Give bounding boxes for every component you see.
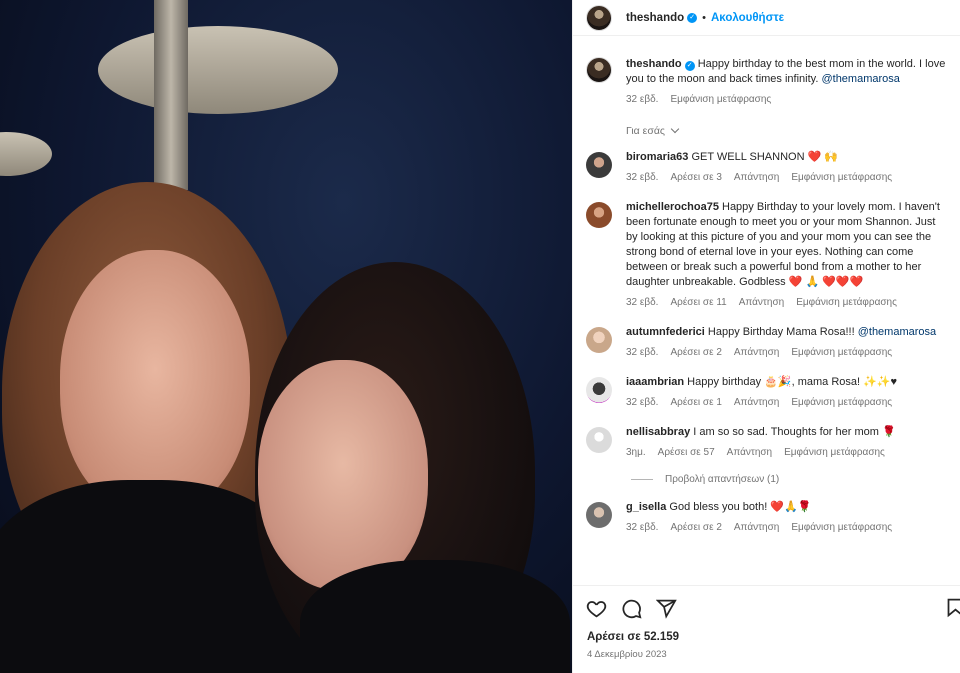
reply-button[interactable]: Απάντηση bbox=[734, 520, 779, 535]
see-translation-link[interactable]: Εμφάνιση μετάφρασης bbox=[791, 345, 892, 360]
reply-button[interactable]: Απάντηση bbox=[734, 170, 779, 185]
author-username[interactable]: theshando bbox=[626, 12, 684, 24]
comment-likes[interactable]: Αρέσει σε 11 bbox=[670, 295, 726, 310]
comment-mention[interactable]: @themamarosa bbox=[858, 326, 936, 338]
comment-avatar[interactable] bbox=[586, 152, 612, 178]
comment-age[interactable]: 32 εβδ. bbox=[626, 170, 658, 185]
view-replies-label: Προβολή απαντήσεων (1) bbox=[665, 474, 780, 485]
comment-likes[interactable]: Αρέσει σε 1 bbox=[670, 395, 721, 410]
see-translation-link[interactable]: Εμφάνιση μετάφρασης bbox=[784, 445, 885, 460]
comment-text: Happy Birthday to your lovely mom. I hav… bbox=[626, 201, 940, 288]
patio-heater-shade bbox=[98, 26, 338, 114]
author-avatar[interactable] bbox=[586, 57, 612, 83]
comment-emoji: ❤️🙏🌹 bbox=[770, 501, 812, 513]
reply-button[interactable]: Απάντηση bbox=[739, 295, 784, 310]
comment-item: iaaambrian Happy birthday 🎂🎉, mama Rosa!… bbox=[573, 375, 960, 410]
comment-username[interactable]: iaaambrian bbox=[626, 376, 684, 388]
comment-text: Happy birthday bbox=[687, 376, 762, 388]
post-date: 4 Δεκεμβρίου 2023 bbox=[587, 649, 667, 660]
chevron-down-icon bbox=[670, 124, 680, 134]
caption-age[interactable]: 32 εβδ. bbox=[626, 92, 658, 107]
comment-age[interactable]: 32 εβδ. bbox=[626, 295, 658, 310]
caption-username[interactable]: theshando bbox=[626, 58, 682, 70]
comment-item: biromaria63 GET WELL SHANNON ❤️ 🙌 32 εβδ… bbox=[573, 150, 960, 185]
see-translation-link[interactable]: Εμφάνιση μετάφρασης bbox=[791, 520, 892, 535]
for-you-label: Για εσάς bbox=[626, 125, 665, 137]
comment-emoji: ❤️ 🙏 ❤️❤️❤️ bbox=[788, 276, 864, 288]
comment-username[interactable]: michellerochoa75 bbox=[626, 201, 719, 213]
verified-icon: ✓ bbox=[684, 61, 695, 71]
person-left-face bbox=[60, 250, 250, 515]
post-photo[interactable] bbox=[0, 0, 572, 673]
comment-avatar[interactable] bbox=[586, 502, 612, 528]
post-actions: Αρέσει σε 52.159 4 Δεκεμβρίου 2023 bbox=[573, 585, 960, 660]
patio-heater-pole bbox=[154, 0, 188, 190]
replies-divider bbox=[631, 479, 653, 480]
comment-likes[interactable]: Αρέσει σε 2 bbox=[670, 345, 721, 360]
caption-mention[interactable]: @themamarosa bbox=[821, 73, 899, 85]
for-you-filter[interactable]: Για εσάς bbox=[573, 107, 960, 137]
comment-text: God bless you both! bbox=[669, 501, 768, 513]
post-side-panel: theshando ✓ • Ακολουθήστε theshando ✓ Hap… bbox=[572, 0, 960, 673]
comment-avatar[interactable] bbox=[586, 427, 612, 453]
comment-text: Happy Birthday Mama Rosa!!! bbox=[707, 326, 855, 338]
comments-scroll[interactable]: theshando ✓ Happy birthday to the best mo… bbox=[573, 37, 960, 585]
reply-button[interactable]: Απάντηση bbox=[734, 395, 779, 410]
share-icon[interactable] bbox=[656, 598, 677, 619]
comment-likes[interactable]: Αρέσει σε 2 bbox=[670, 520, 721, 535]
heart-icon[interactable] bbox=[586, 598, 607, 619]
comment-avatar[interactable] bbox=[586, 327, 612, 353]
comment-age[interactable]: 32 εβδ. bbox=[626, 395, 658, 410]
view-replies-button[interactable]: Προβολή απαντήσεων (1) bbox=[573, 474, 960, 485]
comment-age[interactable]: 32 εβδ. bbox=[626, 345, 658, 360]
follow-button[interactable]: Ακολουθήστε bbox=[711, 12, 784, 24]
comment-item: autumnfederici Happy Birthday Mama Rosa!… bbox=[573, 325, 960, 360]
comment-likes[interactable]: Αρέσει σε 3 bbox=[670, 170, 721, 185]
comment-item: nellisabbray I am so so sad. Thoughts fo… bbox=[573, 425, 960, 460]
comment-username[interactable]: biromaria63 bbox=[626, 151, 688, 163]
comment-username[interactable]: nellisabbray bbox=[626, 426, 690, 438]
comment-emoji: 🎂🎉, mama Rosa! ✨✨♥ bbox=[764, 376, 898, 388]
comment-avatar[interactable] bbox=[586, 202, 612, 228]
reply-button[interactable]: Απάντηση bbox=[734, 345, 779, 360]
bookmark-icon[interactable] bbox=[945, 597, 960, 618]
reply-button[interactable]: Απάντηση bbox=[727, 445, 772, 460]
comment-item: michellerochoa75 Happy Birthday to your … bbox=[573, 200, 960, 310]
author-avatar[interactable] bbox=[586, 4, 612, 31]
see-translation-link[interactable]: Εμφάνιση μετάφρασης bbox=[670, 92, 771, 107]
comment-item: g_isella God bless you both! ❤️🙏🌹 32 εβδ… bbox=[573, 500, 960, 535]
comment-username[interactable]: g_isella bbox=[626, 501, 666, 513]
comment-age[interactable]: 3ημ. bbox=[626, 445, 646, 460]
person-right-face bbox=[258, 360, 428, 590]
comment-text: I am so so sad. Thoughts for her mom bbox=[693, 426, 879, 438]
post-header: theshando ✓ • Ακολουθήστε bbox=[573, 0, 960, 36]
see-translation-link[interactable]: Εμφάνιση μετάφρασης bbox=[791, 170, 892, 185]
comment-text: GET WELL SHANNON bbox=[691, 151, 805, 163]
comment-avatar[interactable] bbox=[586, 377, 612, 403]
see-translation-link[interactable]: Εμφάνιση μετάφρασης bbox=[791, 395, 892, 410]
see-translation-link[interactable]: Εμφάνιση μετάφρασης bbox=[796, 295, 897, 310]
person-right-body bbox=[300, 560, 570, 673]
patio-heater-shade-left bbox=[0, 132, 52, 176]
post-caption: theshando ✓ Happy birthday to the best mo… bbox=[573, 37, 960, 107]
comment-icon[interactable] bbox=[621, 598, 642, 619]
comment-age[interactable]: 32 εβδ. bbox=[626, 520, 658, 535]
comment-emoji: 🌹 bbox=[882, 426, 896, 438]
separator-dot: • bbox=[702, 11, 706, 24]
comment-likes[interactable]: Αρέσει σε 57 bbox=[658, 445, 715, 460]
verified-icon: ✓ bbox=[687, 12, 698, 23]
likes-count[interactable]: Αρέσει σε 52.159 bbox=[573, 631, 960, 643]
comment-emoji: ❤️ 🙌 bbox=[807, 151, 839, 163]
comment-username[interactable]: autumnfederici bbox=[626, 326, 705, 338]
